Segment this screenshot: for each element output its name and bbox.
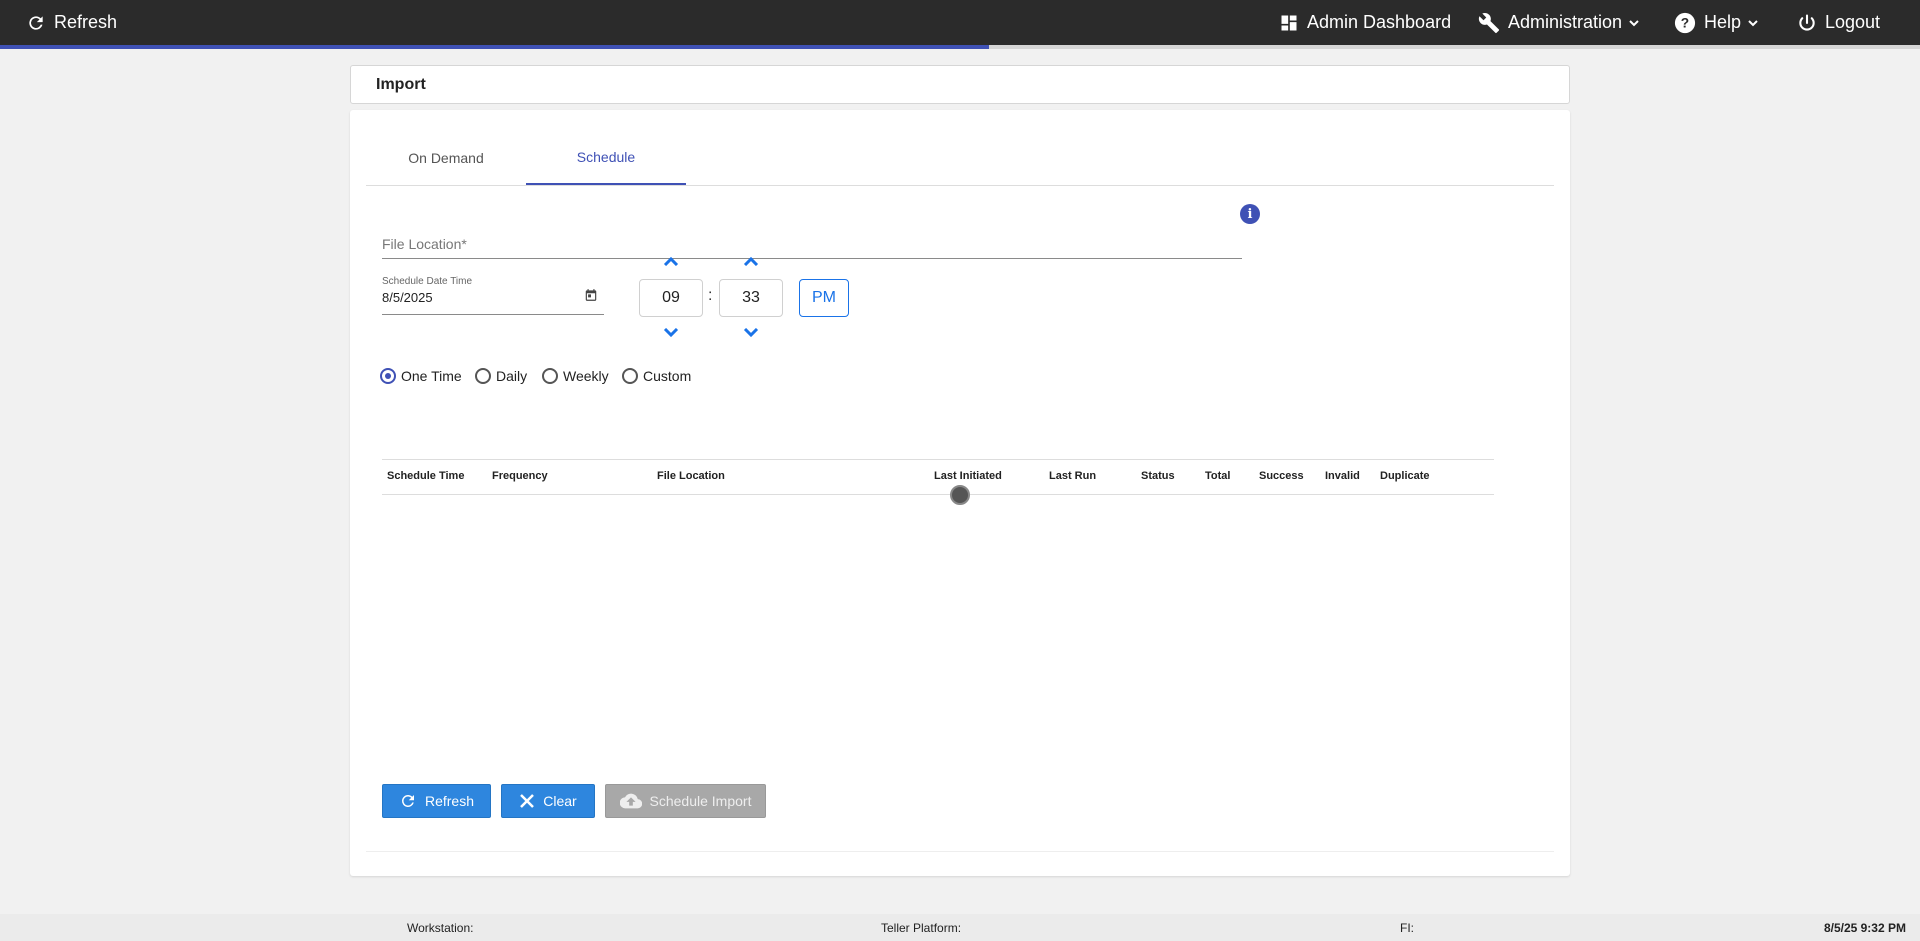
admin-dashboard-link[interactable]: Admin Dashboard	[1279, 0, 1451, 45]
status-footer: Workstation: Teller Platform: FI: 8/5/25…	[0, 914, 1920, 941]
radio-one-time[interactable]: One Time	[380, 368, 462, 384]
svg-text:?: ?	[1681, 15, 1689, 30]
dashboard-icon	[1281, 15, 1297, 30]
schedule-table-header: Schedule Time Frequency File Location La…	[382, 459, 1494, 495]
power-icon	[1799, 13, 1815, 31]
minute-input[interactable]: 33	[719, 279, 783, 317]
minute-decrement-button[interactable]	[741, 326, 761, 340]
footer-teller-platform: Teller Platform:	[881, 921, 962, 935]
chevron-up-icon	[663, 256, 679, 266]
radio-label: Weekly	[563, 368, 609, 384]
import-card: On Demand Schedule File Location* i Sche…	[350, 110, 1570, 876]
meridiem-toggle-button[interactable]: PM	[799, 279, 849, 317]
file-location-field[interactable]: File Location*	[382, 228, 1242, 259]
radio-label: One Time	[401, 368, 462, 384]
progress-fill	[0, 45, 989, 49]
close-icon	[520, 794, 535, 808]
refresh-nav-button[interactable]: Refresh	[26, 0, 117, 45]
column-header-invalid[interactable]: Invalid	[1325, 470, 1360, 482]
chevron-down-icon	[663, 328, 679, 338]
chevron-down-icon	[1629, 19, 1639, 26]
column-header-status[interactable]: Status	[1141, 470, 1175, 482]
radio-button	[542, 368, 558, 384]
help-icon: ?	[1674, 12, 1696, 33]
loading-progress-bar	[0, 45, 1920, 49]
tab-schedule[interactable]: Schedule	[526, 130, 686, 185]
schedule-import-button[interactable]: Schedule Import	[605, 784, 766, 818]
minute-increment-button[interactable]	[741, 254, 761, 268]
page-title: Import	[376, 76, 426, 93]
tab-on-demand[interactable]: On Demand	[366, 130, 526, 185]
column-header-last-initiated[interactable]: Last Initiated	[934, 470, 1002, 482]
refresh-icon	[401, 795, 414, 807]
refresh-icon	[29, 15, 43, 30]
footer-workstation: Workstation:	[407, 921, 474, 935]
schedule-import-button-label: Schedule Import	[649, 793, 752, 809]
refresh-nav-label: Refresh	[54, 12, 118, 32]
hour-input[interactable]: 09	[639, 279, 703, 317]
schedule-date-value: 8/5/2025	[382, 290, 433, 305]
schedule-date-label: Schedule Date Time	[382, 276, 473, 287]
radio-button	[475, 368, 491, 384]
logout-button[interactable]: Logout	[1797, 0, 1880, 45]
calendar-icon[interactable]	[584, 288, 598, 302]
file-location-placeholder: File Location*	[382, 236, 467, 252]
column-header-last-run[interactable]: Last Run	[1049, 470, 1096, 482]
administration-menu[interactable]: Administration	[1478, 0, 1648, 45]
loading-indicator	[950, 485, 970, 505]
clear-button-label: Clear	[543, 793, 577, 809]
page-header-card: Import	[350, 65, 1570, 104]
column-header-schedule-time[interactable]: Schedule Time	[387, 470, 464, 482]
radio-custom[interactable]: Custom	[622, 368, 691, 384]
hour-increment-button[interactable]	[661, 254, 681, 268]
footer-datetime: 8/5/25 9:32 PM	[1823, 921, 1906, 935]
radio-daily[interactable]: Daily	[475, 368, 527, 384]
chevron-down-icon	[743, 328, 759, 338]
schedule-date-field[interactable]: Schedule Date Time 8/5/2025	[382, 274, 604, 315]
wrench-icon	[1478, 12, 1500, 33]
column-header-frequency[interactable]: Frequency	[492, 470, 548, 482]
radio-button-checked	[380, 368, 396, 384]
help-label: Help	[1704, 12, 1742, 32]
chevron-down-icon	[1748, 19, 1758, 26]
administration-label: Administration	[1508, 12, 1623, 32]
footer-fi: FI:	[1400, 921, 1414, 935]
logout-label: Logout	[1825, 12, 1881, 32]
column-header-file-location[interactable]: File Location	[657, 470, 725, 482]
cloud-upload-icon	[619, 793, 642, 809]
top-navigation-bar: Refresh Admin Dashboard Administration ?…	[0, 0, 1920, 45]
help-menu[interactable]: ? Help	[1674, 0, 1767, 45]
time-separator: :	[708, 287, 713, 304]
column-header-success[interactable]: Success	[1259, 470, 1304, 482]
chevron-up-icon	[743, 256, 759, 266]
tab-bar: On Demand Schedule	[366, 130, 1554, 186]
radio-label: Daily	[496, 368, 528, 384]
info-icon[interactable]: i	[1240, 204, 1260, 224]
hour-decrement-button[interactable]	[661, 326, 681, 340]
radio-button	[622, 368, 638, 384]
card-bottom-divider	[366, 851, 1554, 852]
radio-weekly[interactable]: Weekly	[542, 368, 609, 384]
admin-dashboard-label: Admin Dashboard	[1307, 12, 1452, 32]
radio-label: Custom	[643, 368, 692, 384]
clear-button[interactable]: Clear	[501, 784, 595, 818]
refresh-button[interactable]: Refresh	[382, 784, 491, 818]
column-header-duplicate[interactable]: Duplicate	[1380, 470, 1430, 482]
column-header-total[interactable]: Total	[1205, 470, 1230, 482]
refresh-button-label: Refresh	[424, 793, 475, 809]
